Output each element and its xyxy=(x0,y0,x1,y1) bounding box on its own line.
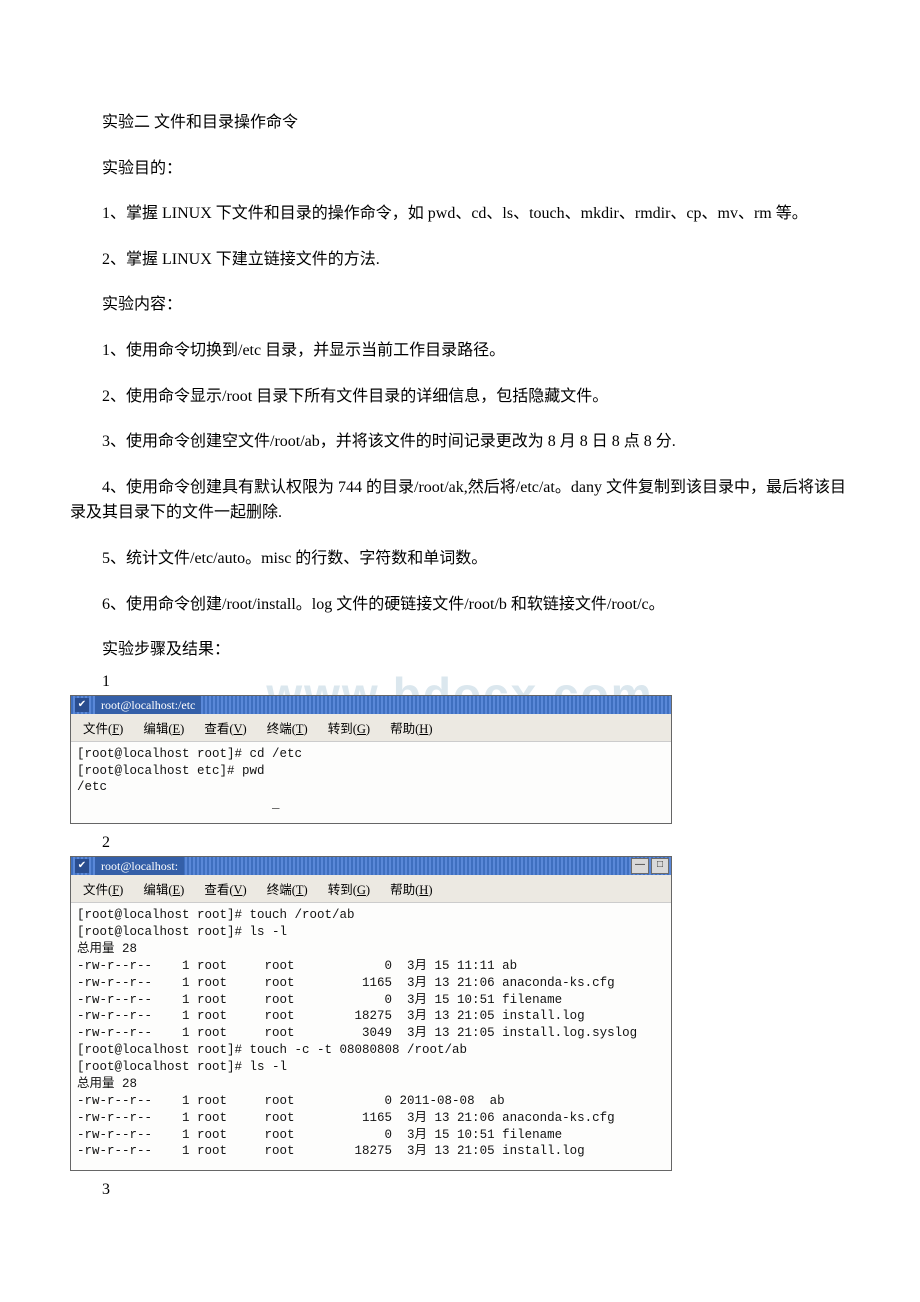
menu-file[interactable]: 文件(F) xyxy=(75,877,135,900)
menu-file-label: 文件 xyxy=(83,722,108,736)
step-number-2: 2 xyxy=(70,834,850,852)
menu-file[interactable]: 文件(F) xyxy=(75,716,135,739)
window-buttons: — □ xyxy=(631,858,669,874)
terminal1-title-path: /etc xyxy=(178,698,195,712)
content-item-3: 3、使用命令创建空文件/root/ab，并将该文件的时间记录更改为 8 月 8 … xyxy=(70,429,850,455)
menu-help[interactable]: 帮助(H) xyxy=(382,877,444,900)
menu-file-label: 文件 xyxy=(83,883,108,897)
menu-help-label: 帮助 xyxy=(390,722,415,736)
menu-go-label: 转到 xyxy=(328,883,353,897)
terminal1-titlebar[interactable]: ✔ root@localhost:/etc xyxy=(71,696,671,714)
maximize-button[interactable]: □ xyxy=(651,858,669,874)
terminal-window-1: ✔ root@localhost:/etc 文件(F) 编辑(E) 查看(V) … xyxy=(70,695,672,825)
content-item-2: 2、使用命令显示/root 目录下所有文件目录的详细信息，包括隐藏文件。 xyxy=(70,384,850,410)
purpose-item-1: 1、掌握 LINUX 下文件和目录的操作命令，如 pwd、cd、ls、touch… xyxy=(70,201,850,227)
step-number-3: 3 xyxy=(70,1181,850,1199)
menu-help[interactable]: 帮助(H) xyxy=(382,716,444,739)
terminal2-title-host: root@localhost: xyxy=(101,859,178,873)
menu-edit[interactable]: 编辑(E) xyxy=(135,716,196,739)
menu-view-label: 查看 xyxy=(204,883,229,897)
menu-help-key: H xyxy=(419,722,428,736)
menu-help-key: H xyxy=(419,883,428,897)
menu-go[interactable]: 转到(G) xyxy=(320,716,382,739)
menu-terminal[interactable]: 终端(T) xyxy=(259,877,320,900)
content-item-1: 1、使用命令切换到/etc 目录，并显示当前工作目录路径。 xyxy=(70,338,850,364)
purpose-item-2: 2、掌握 LINUX 下建立链接文件的方法. xyxy=(70,247,850,273)
content-heading: 实验内容： xyxy=(70,292,850,318)
menu-view-key: V xyxy=(234,722,243,736)
step-number-1: 1 xyxy=(70,673,850,691)
purpose-heading: 实验目的： xyxy=(70,156,850,182)
menu-terminal[interactable]: 终端(T) xyxy=(259,716,320,739)
terminal2-titlebar[interactable]: ✔ root@localhost: — □ xyxy=(71,857,671,875)
menu-term-key: T xyxy=(296,722,304,736)
menu-edit[interactable]: 编辑(E) xyxy=(135,877,196,900)
terminal2-title: root@localhost: xyxy=(95,857,184,875)
menu-go-label: 转到 xyxy=(328,722,353,736)
menu-file-key: F xyxy=(112,722,119,736)
terminal1-title-host: root@localhost: xyxy=(101,698,178,712)
doc-title: 实验二 文件和目录操作命令 xyxy=(70,110,850,136)
menu-view[interactable]: 查看(V) xyxy=(196,716,258,739)
content-item-6: 6、使用命令创建/root/install。log 文件的硬链接文件/root/… xyxy=(70,592,850,618)
menu-edit-label: 编辑 xyxy=(143,722,168,736)
menu-file-key: F xyxy=(112,883,119,897)
menu-help-label: 帮助 xyxy=(390,883,415,897)
terminal1-body[interactable]: [root@localhost root]# cd /etc [root@loc… xyxy=(71,742,671,824)
menu-view-label: 查看 xyxy=(204,722,229,736)
menu-go[interactable]: 转到(G) xyxy=(320,877,382,900)
menu-edit-label: 编辑 xyxy=(143,883,168,897)
menu-edit-key: E xyxy=(173,722,181,736)
window-badge-icon: ✔ xyxy=(75,859,89,873)
window-badge-icon: ✔ xyxy=(75,698,89,712)
terminal-window-2: ✔ root@localhost: — □ 文件(F) 编辑(E) 查看(V) … xyxy=(70,856,672,1171)
menu-term-label: 终端 xyxy=(267,883,292,897)
content-item-5: 5、统计文件/etc/auto。misc 的行数、字符数和单词数。 xyxy=(70,546,850,572)
menu-view-key: V xyxy=(234,883,243,897)
menu-view[interactable]: 查看(V) xyxy=(196,877,258,900)
terminal1-title: root@localhost:/etc xyxy=(95,696,201,714)
menu-term-label: 终端 xyxy=(267,722,292,736)
terminal1-menubar: 文件(F) 编辑(E) 查看(V) 终端(T) 转到(G) 帮助(H) xyxy=(71,714,671,742)
minimize-button[interactable]: — xyxy=(631,858,649,874)
menu-go-key: G xyxy=(357,722,366,736)
menu-go-key: G xyxy=(357,883,366,897)
terminal2-menubar: 文件(F) 编辑(E) 查看(V) 终端(T) 转到(G) 帮助(H) xyxy=(71,875,671,903)
menu-term-key: T xyxy=(296,883,304,897)
terminal2-body[interactable]: [root@localhost root]# touch /root/ab [r… xyxy=(71,903,671,1170)
menu-edit-key: E xyxy=(173,883,181,897)
content-item-4: 4、使用命令创建具有默认权限为 744 的目录/root/ak,然后将/etc/… xyxy=(70,475,850,526)
steps-heading: 实验步骤及结果： xyxy=(70,637,850,663)
